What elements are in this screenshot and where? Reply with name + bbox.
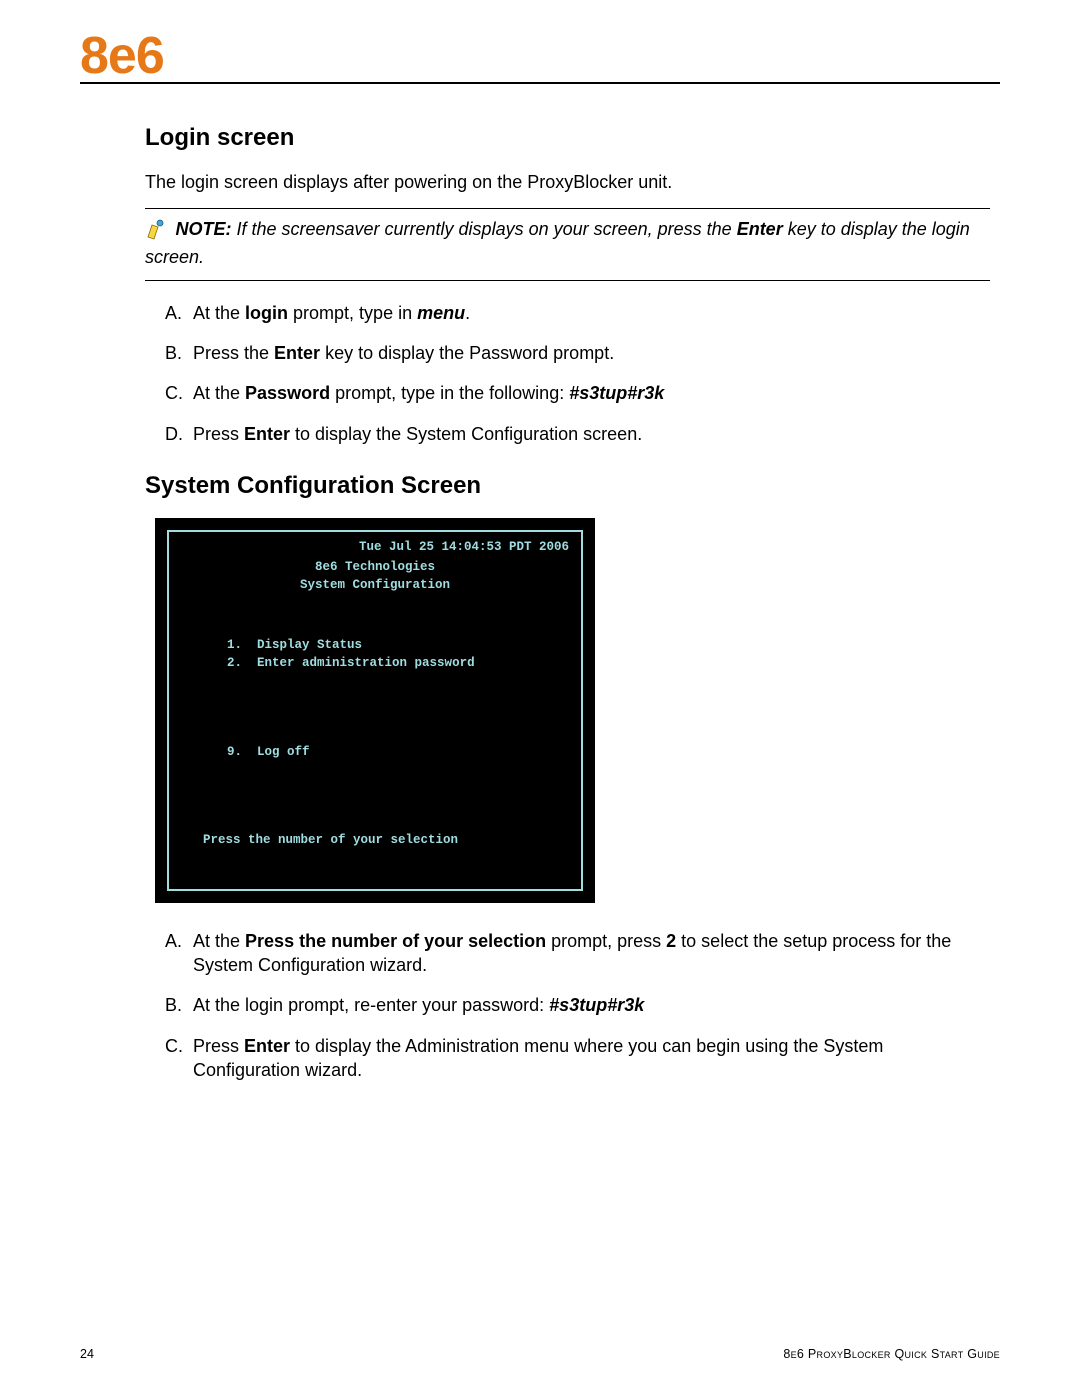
terminal-subtitle: System Configuration xyxy=(181,576,569,594)
terminal-prompt: Press the number of your selection xyxy=(203,831,569,849)
section-title-sysconfig: System Configuration Screen xyxy=(145,472,990,500)
page-footer: 24 8e6 ProxyBlocker Quick Start Guide xyxy=(80,1347,1000,1361)
terminal-inner: Tue Jul 25 14:04:53 PDT 2006 8e6 Technol… xyxy=(167,530,583,891)
login-intro: The login screen displays after powering… xyxy=(145,170,990,194)
header-rule: 8e6 xyxy=(80,30,1000,84)
step-d: D. Press Enter to display the System Con… xyxy=(165,422,990,446)
step-c2: C. Press Enter to display the Administra… xyxy=(165,1034,990,1083)
note-text: NOTE: If the screensaver currently displ… xyxy=(145,219,970,266)
terminal-date: Tue Jul 25 14:04:53 PDT 2006 xyxy=(181,538,569,556)
terminal-screenshot: Tue Jul 25 14:04:53 PDT 2006 8e6 Technol… xyxy=(155,518,595,903)
note-box: NOTE: If the screensaver currently displ… xyxy=(145,208,990,280)
login-steps: A. At the login prompt, type in menu. B.… xyxy=(145,301,990,446)
section-title-login: Login screen xyxy=(145,124,990,152)
terminal-logoff: 9. Log off xyxy=(227,743,569,761)
brand-logo: 8e6 xyxy=(80,30,164,82)
page-number: 24 xyxy=(80,1347,94,1361)
step-a: A. At the login prompt, type in menu. xyxy=(165,301,990,325)
terminal-menu: 1. Display Status 2. Enter administratio… xyxy=(227,636,569,672)
terminal-company: 8e6 Technologies xyxy=(181,558,569,576)
sysconfig-steps: A. At the Press the number of your selec… xyxy=(145,929,990,1082)
step-a2: A. At the Press the number of your selec… xyxy=(165,929,990,978)
step-b2: B. At the login prompt, re-enter your pa… xyxy=(165,993,990,1017)
note-icon xyxy=(145,218,167,245)
step-b: B. Press the Enter key to display the Pa… xyxy=(165,341,990,365)
guide-name: 8e6 ProxyBlocker Quick Start Guide xyxy=(783,1347,1000,1361)
step-c: C. At the Password prompt, type in the f… xyxy=(165,381,990,405)
